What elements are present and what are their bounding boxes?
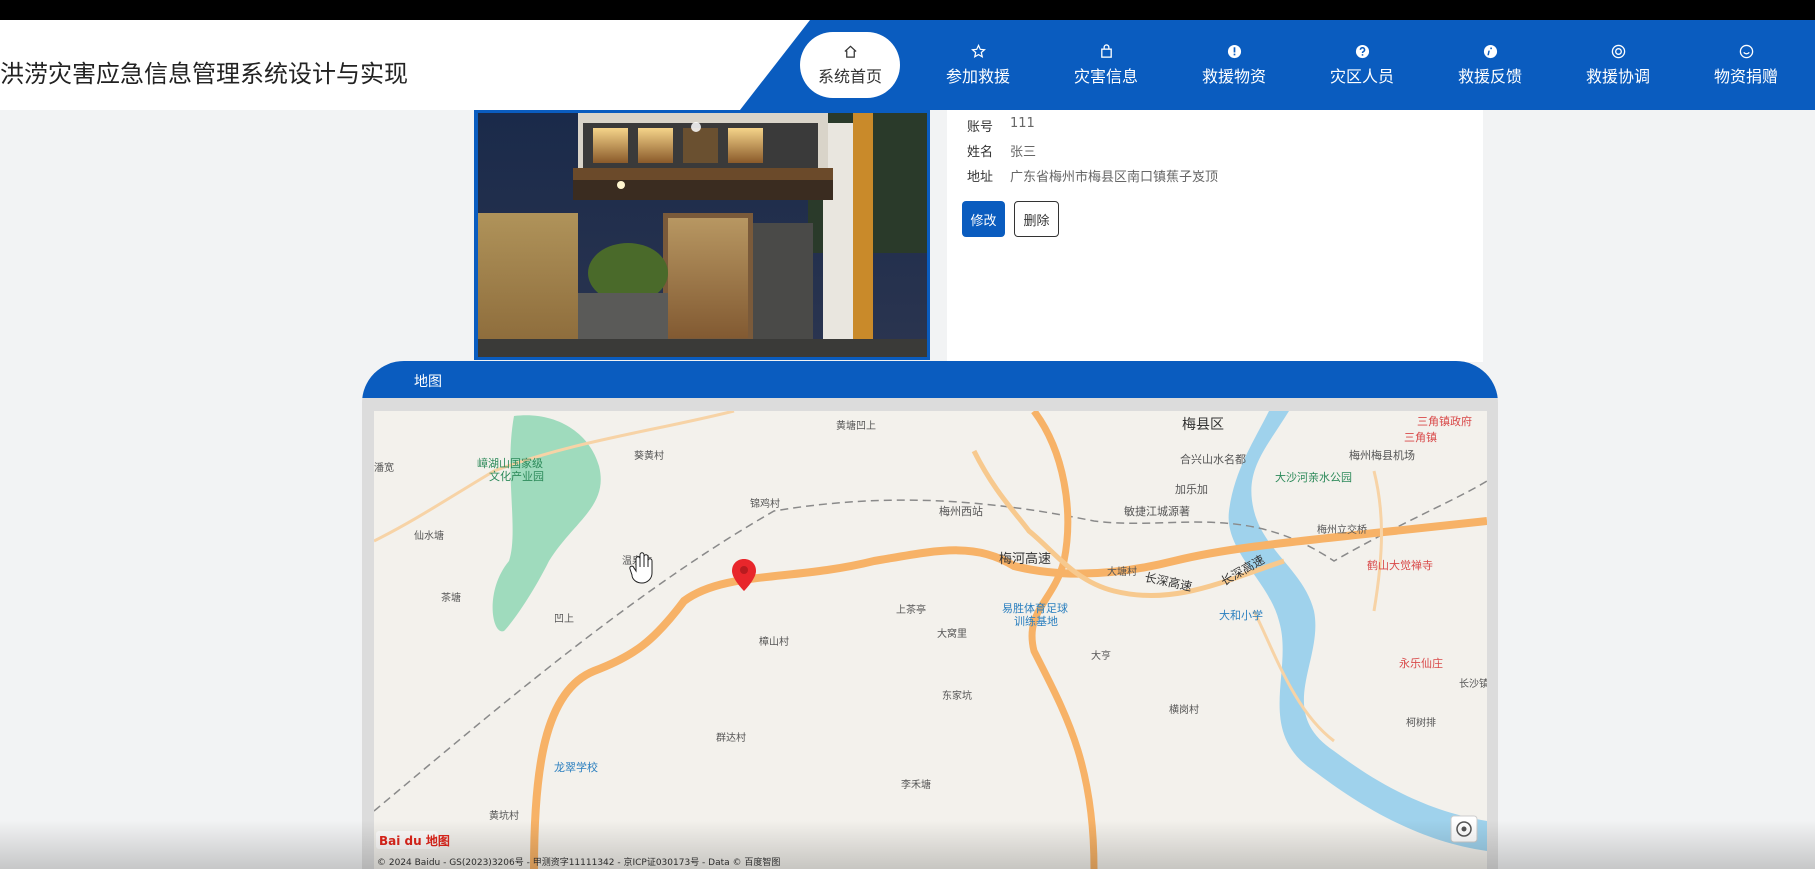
place-hexing: 鹤山大觉禅寺 <box>1367 558 1433 572</box>
nav-item-rescue-coordination[interactable]: 救援协调 <box>1554 32 1682 98</box>
road-label-changshen: 长深高速 <box>1143 569 1193 594</box>
top-black-strip <box>0 0 1815 20</box>
home-icon <box>842 43 858 59</box>
edit-button[interactable]: 修改 <box>962 201 1005 237</box>
place-meixian: 梅县区 <box>1182 417 1224 433</box>
place-chatang: 茶塘 <box>441 591 461 604</box>
place-xianshui: 仙水塘 <box>414 529 444 542</box>
place-aoshang: 凹上 <box>554 613 574 625</box>
place-meizhou-west: 梅州西站 <box>939 504 983 518</box>
place-tangshan: 樟山村 <box>759 635 789 648</box>
place-mingshan2: 文化产业园 <box>489 469 544 483</box>
info-row-account: 账号 111 <box>967 116 1035 135</box>
detail-info-card: 账号 111 姓名 张三 地址 广东省梅州市梅县区南口镇蕉子岌顶 修改 删除 <box>947 110 1483 362</box>
nav-item-home[interactable]: 系统首页 <box>800 32 900 98</box>
place-dapeng: 大亨 <box>1091 649 1111 662</box>
place-datang: 大塘村 <box>1107 565 1137 578</box>
delete-button[interactable]: 删除 <box>1014 201 1059 237</box>
account-value: 111 <box>1010 116 1035 131</box>
place-qunda: 群达村 <box>716 731 746 744</box>
place-huangtang: 黄塘凹上 <box>836 419 876 432</box>
map-copyright: © 2024 Baidu - GS(2023)3206号 - 甲测资字11111… <box>377 856 780 868</box>
place-dongjia: 东家坑 <box>942 689 972 702</box>
smile-icon <box>1738 43 1754 59</box>
nav-label: 参加救援 <box>945 67 1010 86</box>
baidu-logo: Bai du 地图 <box>376 831 450 849</box>
nav-item-donation[interactable]: 物资捐赠 <box>1682 32 1810 98</box>
baidu-logo-text: Bai du 地图 <box>379 833 450 848</box>
river <box>1228 411 1487 851</box>
nav-label: 救援反馈 <box>1457 67 1522 86</box>
place-mingyuan: 潘宽 <box>374 461 394 474</box>
place-sanjiao-gov: 三角镇政府 <box>1417 414 1472 428</box>
info-icon <box>1482 43 1498 59</box>
nav-item-rescue-feedback[interactable]: 救援反馈 <box>1426 32 1554 98</box>
place-dahe: 大和小学 <box>1219 608 1263 622</box>
place-shangcha: 上茶亭 <box>896 603 926 616</box>
place-jinan: 锦鸡村 <box>750 497 780 510</box>
map-view[interactable]: 梅县区 三角镇政府 三角镇 梅州梅县机场 黄塘凹上 合兴山水名都 大沙河亲水公园… <box>374 411 1487 869</box>
place-yisheng2: 训练基地 <box>1014 614 1058 628</box>
place-airport: 梅州梅县机场 <box>1349 448 1415 462</box>
nav-item-disaster-people[interactable]: 灾区人员 <box>1298 32 1426 98</box>
nav-item-rescue-supplies[interactable]: 救援物资 <box>1170 32 1298 98</box>
nav-label: 灾区人员 <box>1329 67 1394 86</box>
place-heshan: 合兴山水名都 <box>1180 452 1246 466</box>
place-hengyu: 横岗村 <box>1169 703 1199 716</box>
alert-icon <box>1226 43 1242 59</box>
place-huangkeng: 黄坑村 <box>489 809 519 822</box>
place-dawuli: 大窝里 <box>937 627 967 640</box>
road-east <box>1372 470 1383 612</box>
address-value: 广东省梅州市梅县区南口镇蕉子岌顶 <box>1010 170 1219 185</box>
name-value: 张三 <box>1010 145 1037 160</box>
place-changsha: 长沙镇 <box>1459 677 1487 690</box>
place-lihe: 李禾塘 <box>901 778 931 791</box>
info-row-address: 地址 广东省梅州市梅县区南口镇蕉子岌顶 <box>967 166 1218 185</box>
star-icon <box>970 43 986 59</box>
map-title: 地图 <box>414 374 442 390</box>
locate-button[interactable] <box>1450 815 1478 843</box>
nav-label: 救援物资 <box>1201 67 1266 86</box>
highway-g25 <box>1028 411 1098 869</box>
map-card: 地图 梅县区 三角镇政府 三角镇 梅州梅县机场 黄塘凹上 合兴山水名都 大沙河亲… <box>362 361 1498 869</box>
highway-meihe <box>530 517 1487 869</box>
place-mingshan: 嶂湖山国家级 <box>477 456 543 470</box>
place-longcui: 龙翠学校 <box>554 760 598 774</box>
park-area <box>492 415 601 632</box>
detail-photo <box>474 110 930 360</box>
nav-label: 物资捐赠 <box>1713 67 1778 86</box>
main-nav: 系统首页 参加救援 灾害信息 救援物资 灾区人员 救援反馈 救援协调 物资捐赠 <box>800 20 1810 110</box>
place-ketiao: 柯树排 <box>1406 716 1436 729</box>
nav-label: 灾害信息 <box>1073 67 1138 86</box>
site-title: 洪涝灾害应急信息管理系统设计与实现 <box>0 60 408 88</box>
location-marker[interactable] <box>732 559 756 591</box>
place-sanjiao: 三角镇 <box>1404 430 1437 444</box>
help-icon <box>1354 43 1370 59</box>
account-label: 账号 <box>967 120 994 135</box>
place-yisheng: 易胜体育足球 <box>1002 601 1068 615</box>
nav-label: 系统首页 <box>817 67 882 86</box>
bag-icon <box>1098 43 1114 59</box>
lifebuoy-icon <box>1610 43 1626 59</box>
place-meizhou-junction: 梅州立交桥 <box>1317 523 1367 536</box>
nav-item-disaster-info[interactable]: 灾害信息 <box>1042 32 1170 98</box>
info-row-name: 姓名 张三 <box>967 141 1036 160</box>
address-label: 地址 <box>967 170 994 185</box>
place-yongle: 永乐仙庄 <box>1399 656 1443 670</box>
place-jingjiang: 敏捷江城源著 <box>1124 504 1190 518</box>
place-dasha-park: 大沙河亲水公园 <box>1275 470 1352 484</box>
name-label: 姓名 <box>967 145 994 160</box>
nav-label: 救援协调 <box>1585 67 1650 86</box>
nav-item-join-rescue[interactable]: 参加救援 <box>914 32 1042 98</box>
road-label-meihe: 梅河高速 <box>999 551 1051 567</box>
map-header: 地图 <box>362 361 1498 398</box>
place-jialejia: 加乐加 <box>1175 483 1208 496</box>
place-xiwang: 葵黄村 <box>634 449 664 462</box>
